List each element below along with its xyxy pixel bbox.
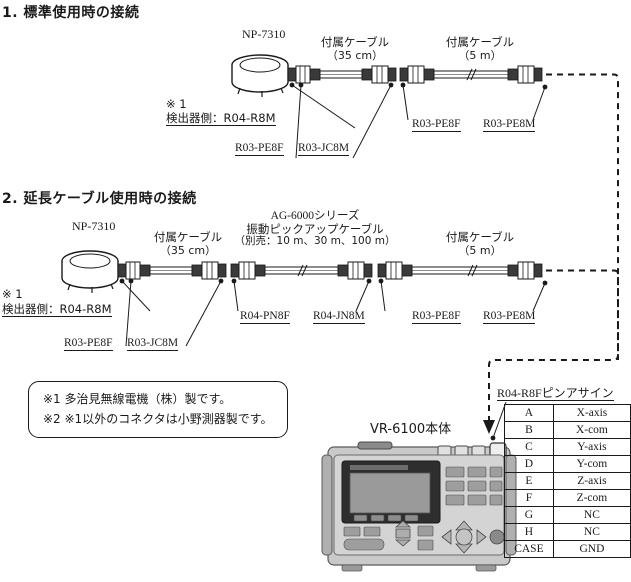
section-2-connector-2: R03-JC8M <box>127 337 179 351</box>
pin-key: E <box>504 472 554 490</box>
pin-signal: Y-axis <box>552 438 631 456</box>
section-1-connector-1: R03-PE8F <box>235 142 284 156</box>
section-1-connector-3: R03-PE8F <box>412 118 461 132</box>
pin-key: C <box>504 438 554 456</box>
connector-pair-f-icon <box>507 261 543 280</box>
section-1-connector-4: R03-PE8M <box>483 118 536 132</box>
cable-5m-icon <box>433 68 509 81</box>
section-1-title: 1. 標準使用時の接続 <box>2 5 140 21</box>
footnote-line-2: ※2 ※1以外のコネクタは小野測器製です。 <box>43 412 273 426</box>
pin-signal: GND <box>552 540 631 558</box>
section-1-note-text: 検出器側：R04-R8M <box>166 111 276 126</box>
pin-signal: X-com <box>552 421 631 439</box>
pin-signal: Z-axis <box>552 472 631 490</box>
section-2-title: 2. 延長ケーブル使用時の接続 <box>2 191 197 207</box>
table-row: CASE GND <box>504 540 631 558</box>
section-2-note-mark: ※ 1 <box>2 287 23 301</box>
section-2-connector-3: R04-PN8F <box>240 310 290 324</box>
pin-key: CASE <box>504 540 554 558</box>
pin-key: F <box>504 489 554 507</box>
connector-pair-e-icon <box>377 261 413 280</box>
table-row: B X-com <box>504 421 631 439</box>
connector-pair-a-icon <box>287 65 321 84</box>
connector-pair-b-icon <box>191 261 227 280</box>
pin-signal: X-axis <box>552 404 631 422</box>
table-row: D Y-com <box>504 455 631 473</box>
connector-pair-b-icon <box>361 65 397 84</box>
connector-pair-a-icon <box>117 261 151 280</box>
pin-signal: NC <box>552 506 631 524</box>
pin-table-heading: R04-R8Fピンアサイン <box>497 386 614 401</box>
connector-pair-d-icon <box>337 261 373 280</box>
section-2-connector-6: R03-PE8M <box>483 310 536 324</box>
cable-ag6000-icon <box>264 264 339 277</box>
table-row: E Z-axis <box>504 472 631 490</box>
section-2-note-text: 検出器側：R04-R8M <box>2 302 112 317</box>
pin-signal: Z-com <box>552 489 631 507</box>
table-row: H NC <box>504 523 631 541</box>
device-label: VR-6100本体 <box>370 422 452 437</box>
sensor-np7310-icon <box>61 250 119 293</box>
footnote-line-1: ※1 多治見無線電機（株）製です。 <box>43 392 232 406</box>
pin-table-body: A X-axis B X-com C Y-axis D Y-com E Z-axis FZ… <box>504 404 631 558</box>
pin-key: B <box>504 421 554 439</box>
table-row: F Z-com <box>504 489 631 507</box>
sensor-np7310-icon <box>231 54 289 97</box>
cable-35cm-icon <box>149 266 193 275</box>
pin-signal: Y-com <box>552 455 631 473</box>
section-2-connector-1: R03-PE8F <box>64 337 113 351</box>
pin-assignment-table: A X-axis B X-com C Y-axis D Y-com E Z-axis FZ… <box>504 404 631 558</box>
table-row: G NC <box>504 506 631 524</box>
section-1-connector-2: R03-JC8M <box>298 142 350 156</box>
section-2-connector-5: R03-PE8F <box>412 310 461 324</box>
cable-5m-icon <box>411 264 509 277</box>
pin-signal: NC <box>552 523 631 541</box>
section-2-connector-4: R04-JN8M <box>313 310 365 324</box>
connector-pair-c-icon <box>399 65 435 84</box>
connector-pair-d-icon <box>507 65 543 84</box>
table-row: A X-axis <box>504 404 631 422</box>
pin-key: A <box>504 404 554 422</box>
table-row: C Y-axis <box>504 438 631 456</box>
footnote-box: ※1 多治見無線電機（株）製です。 ※2 ※1以外のコネクタは小野測器製です。 <box>28 381 288 438</box>
pin-key: G <box>504 506 554 524</box>
connector-pair-c-icon <box>230 261 266 280</box>
section-1-note-mark: ※ 1 <box>166 97 187 111</box>
section-1-diagram <box>231 54 619 360</box>
pin-key: H <box>504 523 554 541</box>
pin-key: D <box>504 455 554 473</box>
cable-35cm-icon <box>319 70 363 79</box>
